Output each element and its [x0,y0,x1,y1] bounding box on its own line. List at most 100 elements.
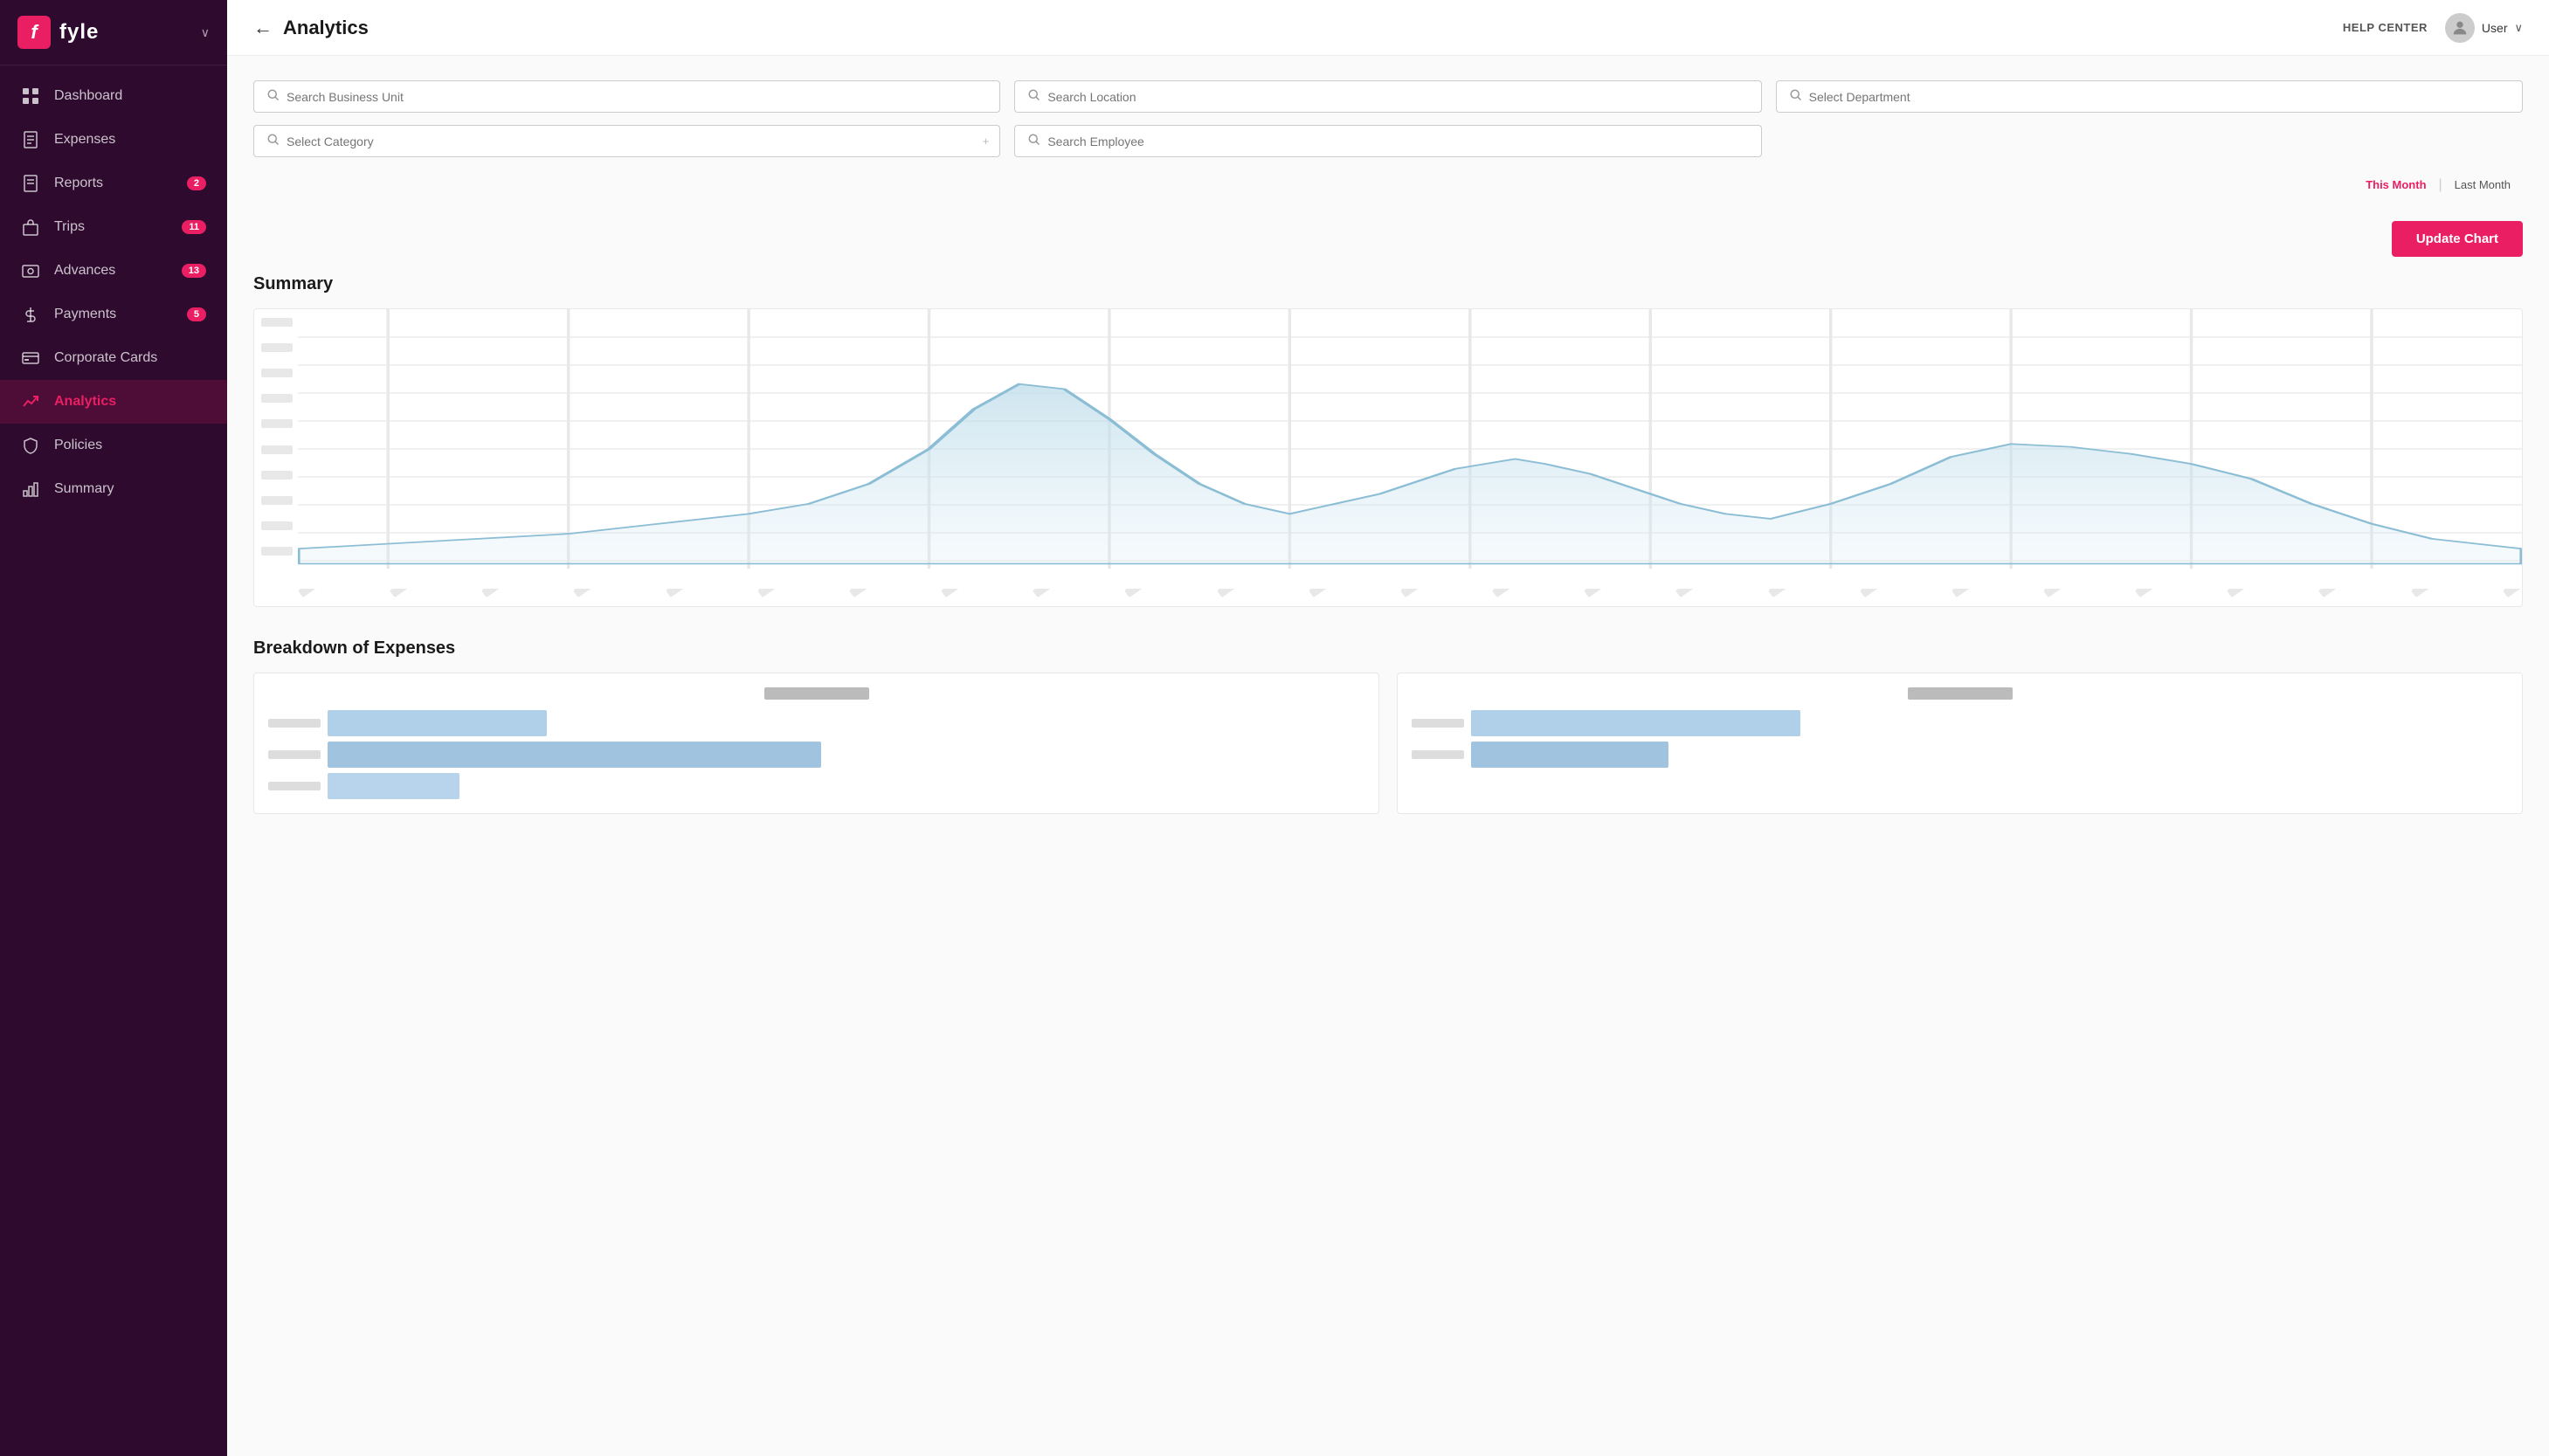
department-input[interactable] [1809,90,2510,104]
breakdown-bar [328,773,459,799]
summary-chart [253,308,2523,607]
logo-text: fyle [59,20,99,45]
user-menu[interactable]: User ∨ [2445,13,2523,43]
topbar-right: HELP CENTER User ∨ [2343,13,2523,43]
x-label [1033,589,1053,597]
business-unit-filter[interactable] [253,80,1000,113]
sidebar-item-policies[interactable]: Policies [0,424,227,467]
breakdown-card-1 [253,673,1379,814]
page-title: Analytics [283,17,2343,39]
sidebar-item-dashboard[interactable]: Dashboard [0,74,227,118]
breakdown-bar [328,742,821,768]
x-label [1492,589,1513,597]
area-chart [298,309,2522,589]
search-icon [266,88,280,105]
filter-row-1 [253,80,2523,113]
document-icon [21,174,40,193]
update-chart-row: Update Chart [253,221,2523,257]
employee-filter[interactable] [1014,125,1761,157]
help-center-link[interactable]: HELP CENTER [2343,21,2428,34]
y-label [261,394,293,403]
sidebar-item-label: Corporate Cards [54,350,206,366]
advances-icon [21,261,40,280]
sidebar-item-label: Summary [54,481,206,497]
update-chart-button[interactable]: Update Chart [2392,221,2523,257]
breakdown-row [268,773,1364,799]
breakdown-bar-placeholder [1908,687,2013,700]
sidebar-item-expenses[interactable]: Expenses [0,118,227,162]
sidebar-item-label: Policies [54,438,206,453]
shield-icon [21,436,40,455]
trending-icon [21,392,40,411]
breakdown-section: Breakdown of Expenses [253,638,2523,814]
sidebar-item-label: Payments [54,307,173,322]
x-label [1400,589,1421,597]
chart-xaxis [254,589,2522,606]
filter-row-2: + [253,125,2523,157]
x-label [573,589,594,597]
sidebar-item-label: Trips [54,219,168,235]
x-label [2043,589,2064,597]
user-name: User [2482,21,2508,35]
main-content: ← Analytics HELP CENTER User ∨ [227,0,2549,1456]
summary-title: Summary [253,274,2523,294]
x-label [2227,589,2248,597]
x-label [1309,589,1330,597]
x-label [2135,589,2156,597]
x-label [1124,589,1145,597]
x-label [390,589,411,597]
sidebar-item-trips[interactable]: Trips 11 [0,205,227,249]
sidebar-item-label: Advances [54,263,168,279]
y-label [261,445,293,454]
breakdown-label [1412,719,1464,728]
sidebar-item-summary[interactable]: Summary [0,467,227,511]
x-label [1860,589,1881,597]
creditcard-icon [21,348,40,368]
sidebar-item-payments[interactable]: Payments 5 [0,293,227,336]
this-month-button[interactable]: This Month [2353,173,2438,197]
chart-inner [254,309,2522,589]
last-month-button[interactable]: Last Month [2442,173,2523,197]
topbar: ← Analytics HELP CENTER User ∨ [227,0,2549,56]
barchart-icon [21,480,40,499]
breakdown-bar-placeholder [764,687,869,700]
search-icon [1027,133,1040,149]
back-button[interactable]: ← [253,17,273,39]
category-filter[interactable]: + [253,125,1000,157]
business-unit-input[interactable] [287,90,987,104]
sidebar-item-label: Expenses [54,132,206,148]
sidebar-nav: Dashboard Expenses Reports 2 [0,66,227,1456]
reports-badge: 2 [187,176,206,190]
sidebar-collapse-icon[interactable]: ∨ [201,25,210,40]
time-filter-bar: This Month | Last Month [2353,173,2523,197]
breakdown-card-2 [1397,673,2523,814]
x-label [941,589,962,597]
trips-badge: 11 [182,220,206,234]
location-filter[interactable] [1014,80,1761,113]
sidebar-item-advances[interactable]: Advances 13 [0,249,227,293]
chart-plot [298,309,2522,589]
logo-icon: f [17,16,51,49]
sidebar-item-reports[interactable]: Reports 2 [0,162,227,205]
sidebar-item-corporate-cards[interactable]: Corporate Cards [0,336,227,380]
location-input[interactable] [1047,90,1748,104]
x-label [1951,589,1972,597]
x-label [2411,589,2432,597]
breakdown-title: Breakdown of Expenses [253,638,2523,659]
search-icon [266,133,280,149]
breakdown-label [268,782,321,790]
employee-input[interactable] [1047,135,1748,148]
breakdown-bar [1471,742,1668,768]
sidebar-header: f fyle ∨ [0,0,227,66]
sidebar-item-analytics[interactable]: Analytics [0,380,227,424]
content-area: + This Month | Last Month Update Chart [227,56,2549,1456]
x-label [2318,589,2339,597]
x-label [1675,589,1696,597]
x-label [666,589,687,597]
category-input[interactable] [287,135,987,148]
breakdown-row [268,710,1364,736]
grid-icon [21,86,40,106]
breakdown-rows [1412,710,2508,768]
department-filter[interactable] [1776,80,2523,113]
breakdown-grid [253,673,2523,814]
